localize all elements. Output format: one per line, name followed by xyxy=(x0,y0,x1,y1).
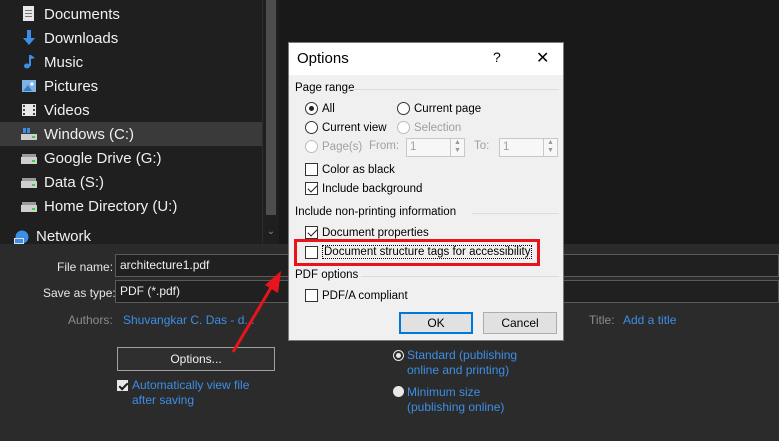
annotation-arrow-icon xyxy=(231,271,281,353)
